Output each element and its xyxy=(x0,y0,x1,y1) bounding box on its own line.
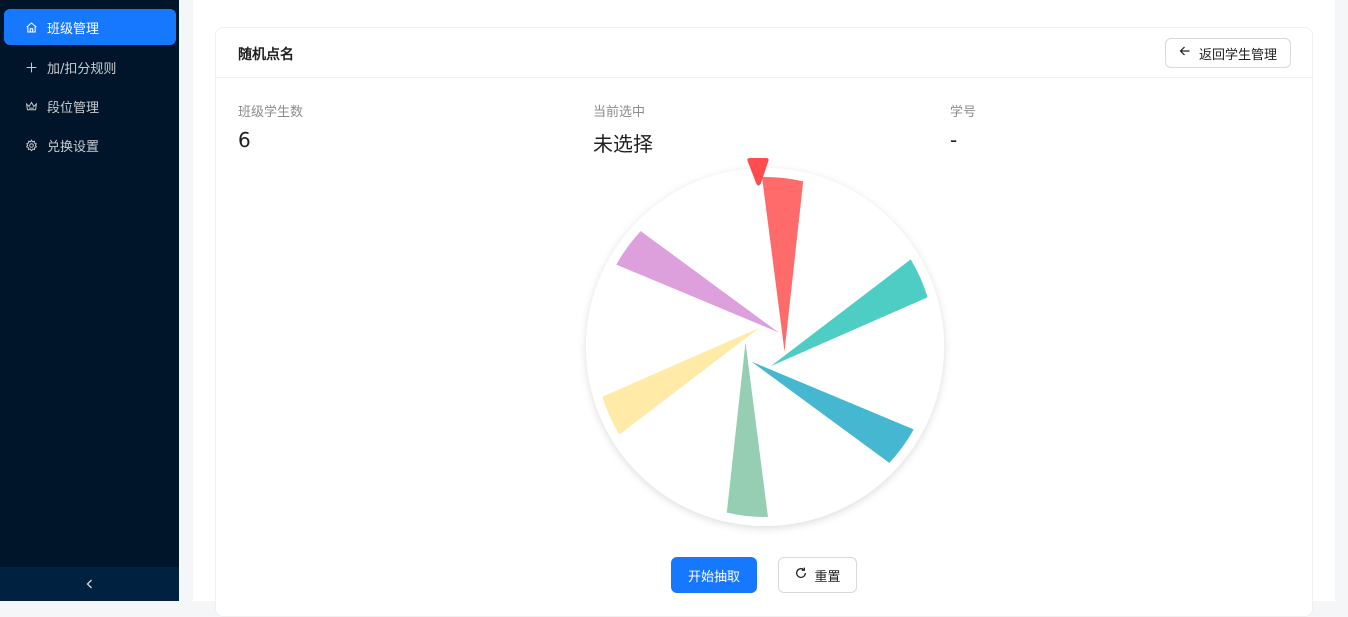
sidebar-item-exchange-settings[interactable]: 兑换设置 xyxy=(4,127,176,163)
stat-label: 当前选中 xyxy=(593,105,646,120)
stat-value: 未选择 xyxy=(593,132,653,156)
gear-icon xyxy=(24,138,38,152)
main-area: 随机点名 返回学生管理 班级学生数 6 当前选中 未选择 学号 - 开始抽取 重… xyxy=(179,0,1348,617)
lottery-wheel[interactable] xyxy=(584,158,946,528)
arrow-left-icon xyxy=(1179,45,1199,61)
stat-current-selection: 当前选中 未选择 xyxy=(593,101,653,157)
sidebar: 班级管理 加/扣分规则 段位管理 兑换设置 xyxy=(0,0,179,601)
stat-label: 学号 xyxy=(950,105,977,120)
sidebar-item-score-rules[interactable]: 加/扣分规则 xyxy=(4,49,176,85)
card-title: 随机点名 xyxy=(238,47,294,63)
wheel-background xyxy=(586,168,944,526)
home-icon xyxy=(24,20,38,34)
stat-student-id: 学号 - xyxy=(950,101,976,152)
stat-value: 6 xyxy=(238,128,251,152)
scrollbar-track[interactable] xyxy=(1335,0,1348,601)
chevron-left-icon xyxy=(84,575,96,594)
random-call-card: 随机点名 返回学生管理 班级学生数 6 当前选中 未选择 学号 - 开始抽取 重… xyxy=(215,27,1313,617)
reset-button-label: 重置 xyxy=(814,569,841,585)
sidebar-collapse-button[interactable] xyxy=(0,567,179,601)
card-header: 随机点名 返回学生管理 xyxy=(216,28,1312,78)
back-button-label: 返回学生管理 xyxy=(1198,47,1277,63)
sidebar-item-label: 加/扣分规则 xyxy=(47,61,117,77)
sidebar-item-label: 兑换设置 xyxy=(47,139,100,155)
stat-value: - xyxy=(950,128,958,152)
reload-icon xyxy=(794,566,814,584)
sidebar-item-rank-management[interactable]: 段位管理 xyxy=(4,88,176,124)
sidebar-item-label: 班级管理 xyxy=(47,21,100,37)
sidebar-item-label: 段位管理 xyxy=(47,100,100,116)
sidebar-item-class-management[interactable]: 班级管理 xyxy=(4,9,176,45)
reset-button[interactable]: 重置 xyxy=(778,557,857,593)
lottery-wheel-graphic xyxy=(586,158,944,526)
start-draw-button[interactable]: 开始抽取 xyxy=(671,557,757,593)
back-to-student-management-button[interactable]: 返回学生管理 xyxy=(1164,38,1291,68)
stat-label: 班级学生数 xyxy=(238,105,304,120)
crown-icon xyxy=(24,99,38,113)
stat-student-count: 班级学生数 6 xyxy=(238,101,303,152)
plus-icon xyxy=(24,60,38,74)
